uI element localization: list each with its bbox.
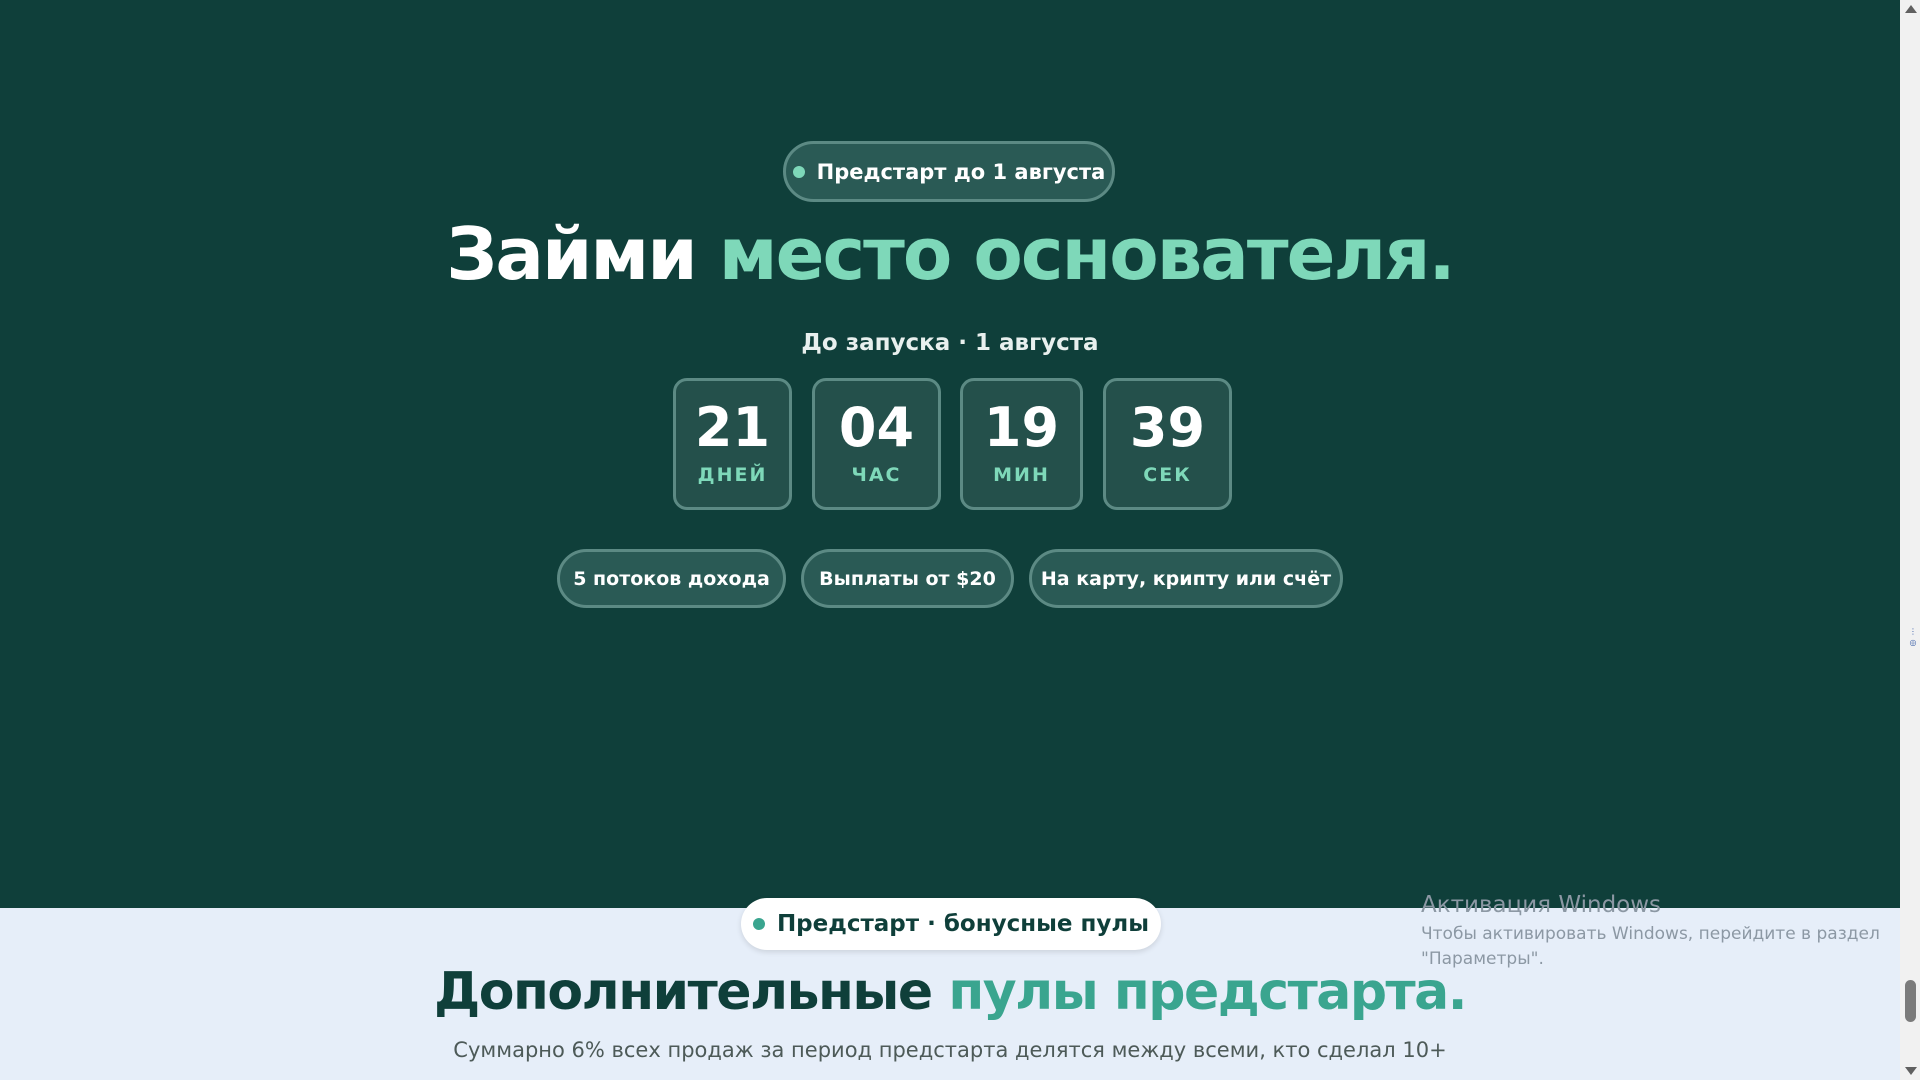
countdown-hours: 04 ЧАС	[812, 378, 941, 510]
feature-chip-income-streams: 5 потоков дохода	[557, 549, 786, 608]
watermark-line-1: Чтобы активировать Windows, перейдите в …	[1421, 924, 1880, 944]
countdown-seconds: 39 СЕК	[1103, 378, 1232, 510]
countdown-minutes-label: МИН	[993, 464, 1050, 486]
countdown-caption: До запуска · 1 августа	[801, 330, 1099, 356]
scroll-down-arrow-icon[interactable]	[1905, 1067, 1917, 1075]
countdown-minutes-value: 19	[983, 396, 1060, 459]
prestart-badge-label: Предстарт до 1 августа	[816, 159, 1106, 184]
hero-title-accent: место основателя.	[718, 212, 1456, 296]
countdown-days-value: 21	[694, 396, 771, 459]
side-widget-icon[interactable]: ⋮ ◎	[1908, 626, 1918, 648]
prestart-badge: Предстарт до 1 августа	[783, 141, 1115, 202]
bonus-description: Суммарно 6% всех продаж за период предст…	[453, 1038, 1447, 1062]
status-dot-icon	[752, 918, 765, 930]
watermark-line-2: "Параметры".	[1421, 949, 1544, 969]
countdown-minutes: 19 МИН	[960, 378, 1083, 510]
windows-activation-watermark: Активация Windows Чтобы активировать Win…	[1421, 893, 1880, 972]
feature-chip-payouts: Выплаты от $20	[801, 549, 1014, 608]
bonus-title-accent: пулы предстарта.	[948, 962, 1467, 1022]
countdown-timer: 21 ДНЕЙ 04 ЧАС 19 МИН 39 СЕК	[0, 378, 1900, 510]
scrollbar-thumb[interactable]	[1905, 980, 1916, 1022]
scroll-up-arrow-icon[interactable]	[1905, 5, 1917, 13]
hero-title: Займи место основателя.	[0, 212, 1900, 296]
countdown-days-label: ДНЕЙ	[697, 464, 768, 486]
bonus-badge: Предстарт · бонусные пулы	[741, 898, 1161, 950]
hero-title-start: Займи	[446, 212, 719, 296]
bonus-badge-label: Предстарт · бонусные пулы	[776, 911, 1150, 937]
watermark-title: Активация Windows	[1421, 892, 1662, 918]
countdown-seconds-label: СЕК	[1143, 464, 1192, 486]
bonus-title-start: Дополнительные	[433, 962, 949, 1022]
hero-section: Предстарт до 1 августа Займи место основ…	[0, 0, 1900, 908]
status-dot-icon	[792, 165, 805, 178]
countdown-hours-value: 04	[838, 396, 915, 459]
page-scrollbar[interactable]	[1900, 0, 1920, 1080]
countdown-days: 21 ДНЕЙ	[673, 378, 792, 510]
countdown-seconds-value: 39	[1129, 396, 1206, 459]
countdown-hours-label: ЧАС	[851, 464, 902, 486]
feature-chip-payment-methods: На карту, крипту или счёт	[1029, 549, 1343, 608]
